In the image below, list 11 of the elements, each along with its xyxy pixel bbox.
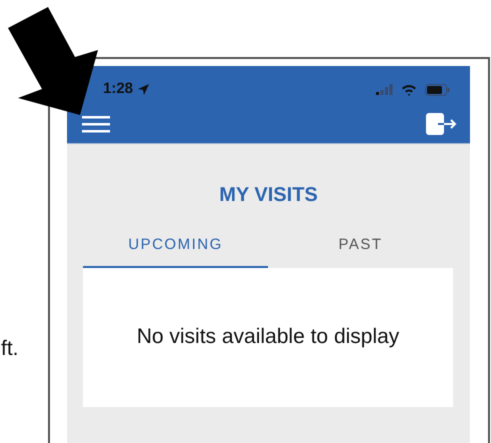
page-title: MY VISITS [218, 183, 319, 208]
body-text: ft. [1, 336, 19, 362]
empty-message: No visits available to display [136, 324, 400, 350]
tab[interactable]: PAST [268, 230, 453, 268]
menu-icon[interactable] [82, 116, 110, 132]
clock-time: 1:28 [103, 79, 134, 100]
battery-icon [425, 84, 450, 96]
signal-icon [376, 84, 393, 95]
wifi-icon [401, 84, 417, 96]
location-arrow-icon [137, 83, 150, 96]
logout-icon[interactable] [426, 113, 458, 135]
